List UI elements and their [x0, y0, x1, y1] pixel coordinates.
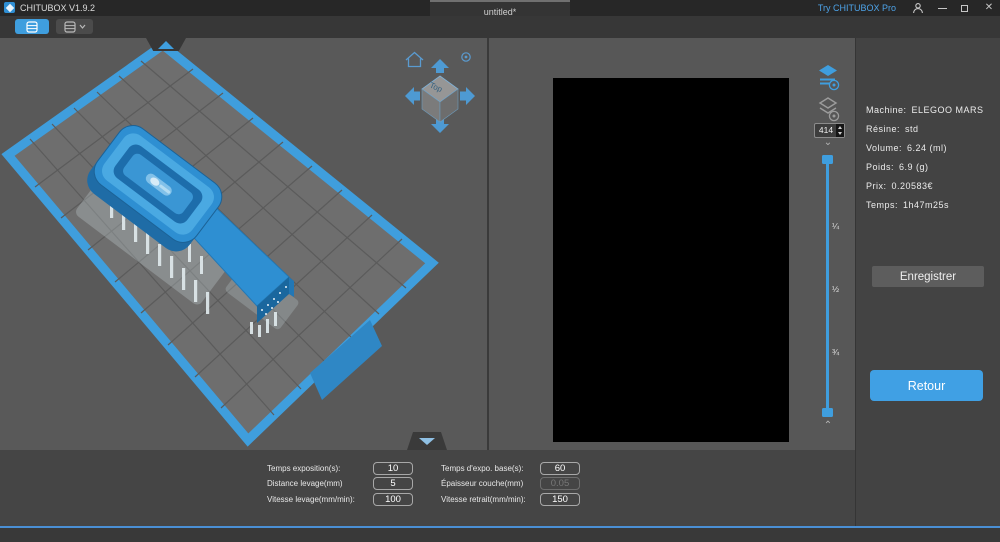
print-info-panel: Machine: ELEGOO MARS Résine: std Volume: 6.… — [856, 38, 1000, 526]
info-row-volume: Volume: 6.24 (ml) — [866, 143, 948, 153]
slice-icon — [63, 20, 76, 33]
chevron-up-icon[interactable]: ⌃ — [820, 420, 836, 431]
toolbar — [0, 16, 1000, 38]
try-pro-link[interactable]: Try CHITUBOX Pro — [818, 3, 896, 13]
spinner-up-icon[interactable] — [838, 125, 842, 129]
slider-half-label: ½ — [832, 284, 840, 294]
document-tab[interactable]: untitled* — [430, 0, 570, 17]
chitubox-window: CHITUBOX V1.9.2 untitled* Try CHITUBOX P… — [0, 0, 1000, 542]
rotate-left-arrow[interactable] — [405, 87, 420, 105]
minimize-button[interactable] — [938, 7, 947, 9]
slider-three-quarter-label: ¾ — [832, 347, 840, 357]
layer-height-label: Épaisseur couche(mm) — [441, 479, 524, 488]
info-row-price: Prix: 0.20583€ — [866, 181, 934, 191]
layer-slider-track[interactable] — [826, 160, 829, 416]
exposure-time-input[interactable] — [373, 462, 413, 475]
info-row-machine: Machine: ELEGOO MARS — [866, 105, 984, 115]
exposure-time-label: Temps exposition(s): — [267, 464, 341, 473]
title-bar: CHITUBOX V1.9.2 untitled* Try CHITUBOX P… — [0, 0, 1000, 17]
layer-number-spinbox[interactable]: 414 — [814, 123, 845, 138]
user-account-icon[interactable] — [912, 2, 924, 14]
save-button[interactable]: Enregistrer — [872, 266, 984, 287]
triangle-up-icon — [158, 41, 174, 49]
view-cube[interactable]: Top — [405, 51, 475, 134]
lift-distance-input[interactable] — [373, 477, 413, 490]
back-button[interactable]: Retour — [870, 370, 983, 401]
maximize-button[interactable] — [961, 4, 968, 12]
app-title: CHITUBOX V1.9.2 — [20, 3, 96, 13]
layer-number-value: 414 — [818, 125, 834, 135]
slice-layer-image — [553, 78, 789, 442]
chevron-down-icon[interactable]: ⌄ — [820, 137, 836, 148]
slider-quarter-label: ¼ — [832, 221, 840, 231]
spinner-arrows[interactable] — [836, 124, 844, 137]
rotate-right-arrow[interactable] — [460, 87, 475, 105]
layer-height-input — [540, 477, 580, 490]
info-row-weight: Poids: 6.9 (g) — [866, 162, 929, 172]
document-tab-label: untitled* — [483, 7, 517, 17]
info-row-time: Temps: 1h47m25s — [866, 200, 950, 210]
lift-distance-label: Distance levage(mm) — [267, 479, 343, 488]
show-current-layer-icon[interactable] — [816, 64, 842, 92]
orbit-view-icon — [464, 55, 468, 59]
bottom-exposure-time-input[interactable] — [540, 462, 580, 475]
status-bar — [0, 528, 1000, 542]
lift-speed-input[interactable] — [373, 493, 413, 506]
show-all-layers-icon[interactable] — [816, 96, 842, 124]
slice-icon — [26, 20, 38, 33]
chevron-down-icon — [79, 24, 85, 29]
spinner-down-icon[interactable] — [838, 132, 842, 136]
retract-speed-input[interactable] — [540, 493, 580, 506]
slice-options-button[interactable] — [56, 19, 93, 34]
layer-slider-bottom-handle[interactable] — [822, 408, 833, 417]
info-row-resin: Résine: std — [866, 124, 919, 134]
layer-slider-top-handle[interactable] — [822, 155, 833, 164]
home-view-icon[interactable] — [405, 51, 424, 68]
bottom-exposure-time-label: Temps d'expo. base(s): — [441, 464, 524, 473]
slice-preview-panel: 414 ⌄ ¼ ½ ¾ ⌃ — [489, 38, 855, 450]
viewport-3d-scene: Top — [1, 39, 475, 447]
lift-speed-label: Vitesse levage(mm/min): — [267, 495, 355, 504]
print-settings-panel — [0, 450, 855, 526]
collapse-bottom-panel-tab[interactable] — [407, 432, 447, 450]
viewport-3d[interactable]: Top — [0, 38, 487, 450]
slice-view-button[interactable] — [15, 19, 49, 34]
app-logo-icon — [4, 2, 15, 13]
triangle-down-icon — [419, 438, 435, 445]
close-button[interactable]: ✕ — [982, 0, 996, 16]
rotate-up-arrow[interactable] — [431, 59, 449, 73]
retract-speed-label: Vitesse retrait(mm/min): — [441, 495, 526, 504]
